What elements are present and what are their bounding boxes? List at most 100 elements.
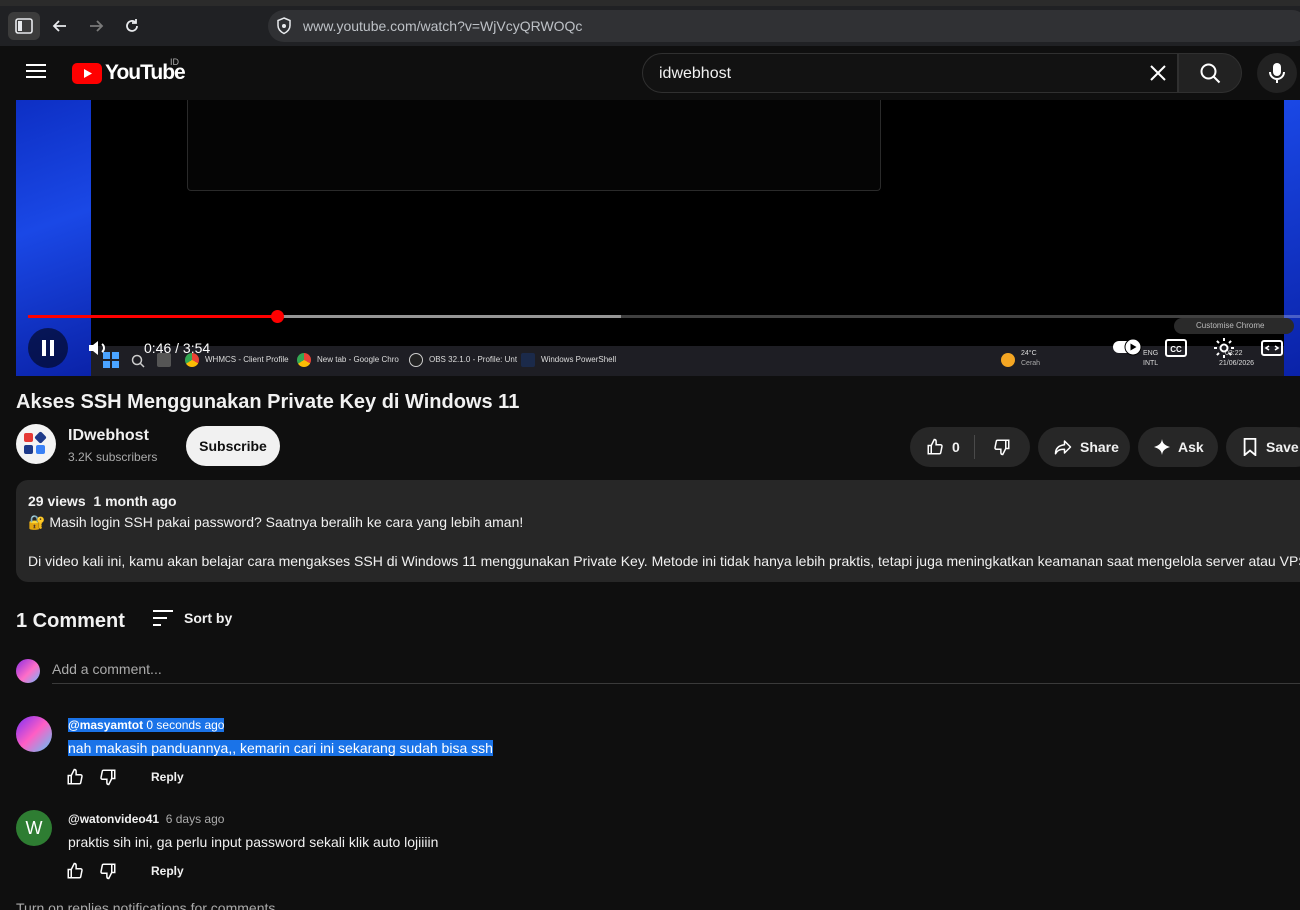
menu-icon[interactable] [26,63,46,79]
url-text: www.youtube.com/watch?v=WjVcyQRWOQc [303,18,583,34]
add-comment-input[interactable]: Add a comment... [52,661,162,677]
channel-avatar[interactable] [16,424,56,464]
comment-time[interactable]: 6 days ago [166,812,225,826]
subscriber-count: 3.2K subscribers [68,450,158,464]
video-taskbar: WHMCS - Client Profile New tab - Google … [91,346,1284,376]
gear-icon [1214,338,1234,358]
comment-time[interactable]: 0 seconds ago [146,718,225,732]
upload-date: 1 month ago [93,493,177,509]
dislike-button[interactable] [975,438,1011,456]
taskbar-item: Windows PowerShell [541,355,617,364]
progress-played [28,315,278,318]
lang-bottom: INTL [1143,360,1159,367]
ask-button[interactable]: Ask [1138,427,1218,467]
weather-icon [1001,353,1015,367]
volume-icon[interactable] [86,336,110,360]
comment-count: 1 Comment [16,610,125,632]
comment-avatar[interactable] [16,716,52,752]
save-button[interactable]: Save [1226,427,1300,467]
like-dislike-group: 0 [910,427,1030,467]
idwebhost-logo-icon [24,431,47,454]
address-bar[interactable]: www.youtube.com/watch?v=WjVcyQRWOQc [268,10,1300,42]
save-label: Save [1266,439,1299,455]
comment-avatar[interactable]: W [16,810,52,846]
taskbar-item: WHMCS - Client Profile [205,355,289,364]
sort-by-label: Sort by [184,610,233,626]
back-button[interactable] [44,12,76,40]
comment-text: nah makasih panduannya,, kemarin cari in… [68,740,493,756]
comment-author[interactable]: @masyamtot [68,718,144,732]
browser-toolbar: www.youtube.com/watch?v=WjVcyQRWOQc [0,0,1300,46]
search-icon [1200,63,1221,84]
sort-icon [153,610,173,626]
share-button[interactable]: Share [1038,427,1130,467]
thumbs-up-icon[interactable] [66,768,84,786]
reload-button[interactable] [116,12,148,40]
youtube-logo[interactable]: YouTube [72,61,186,85]
weather-temp: 24°C [1021,350,1037,357]
sort-by-button[interactable]: Sort by [152,608,232,628]
comment-actions: Reply [66,768,184,786]
search-query: idwebhost [659,65,732,82]
thumbs-down-icon[interactable] [99,768,117,786]
subscribe-button[interactable]: Subscribe [186,426,280,466]
time-display: 0:46 / 3:54 [144,340,211,356]
voice-search-button[interactable] [1257,53,1297,93]
comment-author[interactable]: @watonvideo41 [68,812,159,826]
forward-button[interactable] [80,12,112,40]
thumbs-up-icon[interactable] [66,862,84,880]
country-code: ID [170,57,179,67]
description-box[interactable]: 29 views 1 month ago 🔐 Masih login SSH p… [16,480,1300,582]
sidebar-icon [15,18,33,34]
captions-button[interactable]: CC [1164,336,1188,365]
bookmark-icon [1243,438,1257,456]
reply-button[interactable]: Reply [151,770,184,784]
comment-text: praktis sih ini, ga perlu input password… [68,834,439,850]
comment-header: @masyamtot 0 seconds ago [68,718,225,732]
video-content-panel [187,100,881,191]
thumbs-down-icon[interactable] [99,862,117,880]
yt-header: YouTube ID idwebhost [0,46,1300,100]
sparkle-icon [1154,439,1170,455]
theater-mode-button[interactable] [1260,336,1284,365]
obs-icon [409,353,423,367]
svg-text:CC: CC [1170,345,1182,354]
ask-label: Ask [1178,439,1204,455]
my-avatar [16,659,40,683]
site-info-icon[interactable] [276,17,292,35]
pause-icon [42,340,54,356]
comment-actions: Reply [66,862,184,880]
chrome-icon [297,353,311,367]
footer-partial-text: Turn on replies notifications for commen… [16,900,276,910]
weather-text: Cerah [1021,360,1041,367]
taskbar-item: OBS 32.1.0 - Profile: Unt [429,355,518,364]
autoplay-toggle[interactable] [1112,336,1144,363]
reload-icon [126,19,138,32]
view-count: 29 views [28,493,86,509]
reply-button[interactable]: Reply [151,864,184,878]
add-comment-underline [52,683,1300,684]
taskbar-item: New tab - Google Chro [317,355,399,364]
powershell-icon [521,353,535,367]
thumbs-up-icon [927,438,943,455]
progress-scrubber[interactable] [270,310,284,323]
description-line-2: Di video kali ini, kamu akan belajar car… [28,553,1300,569]
video-player[interactable]: Customise Chrome WHMCS - Client Profile … [16,100,1300,376]
theater-mode-icon [1261,340,1283,356]
settings-button[interactable] [1212,336,1236,365]
description-line-1: 🔐 Masih login SSH pakai password? Saatny… [28,514,524,530]
clear-search-icon[interactable] [1147,62,1169,84]
like-button[interactable]: 0 [910,438,974,456]
autoplay-toggle-icon [1113,338,1142,356]
customise-chrome-chip: Customise Chrome [1174,318,1294,334]
pause-button[interactable] [28,328,68,368]
search-input[interactable]: idwebhost [642,53,1178,93]
arrow-left-icon [52,20,66,32]
arrow-right-icon [90,20,104,32]
search-button[interactable] [1178,53,1242,93]
video-frame-right [1284,100,1300,376]
lang-top: ENG [1143,350,1159,357]
sidebar-toggle-button[interactable] [8,12,40,40]
share-icon [1054,440,1072,455]
channel-name[interactable]: IDwebhost [68,427,149,445]
